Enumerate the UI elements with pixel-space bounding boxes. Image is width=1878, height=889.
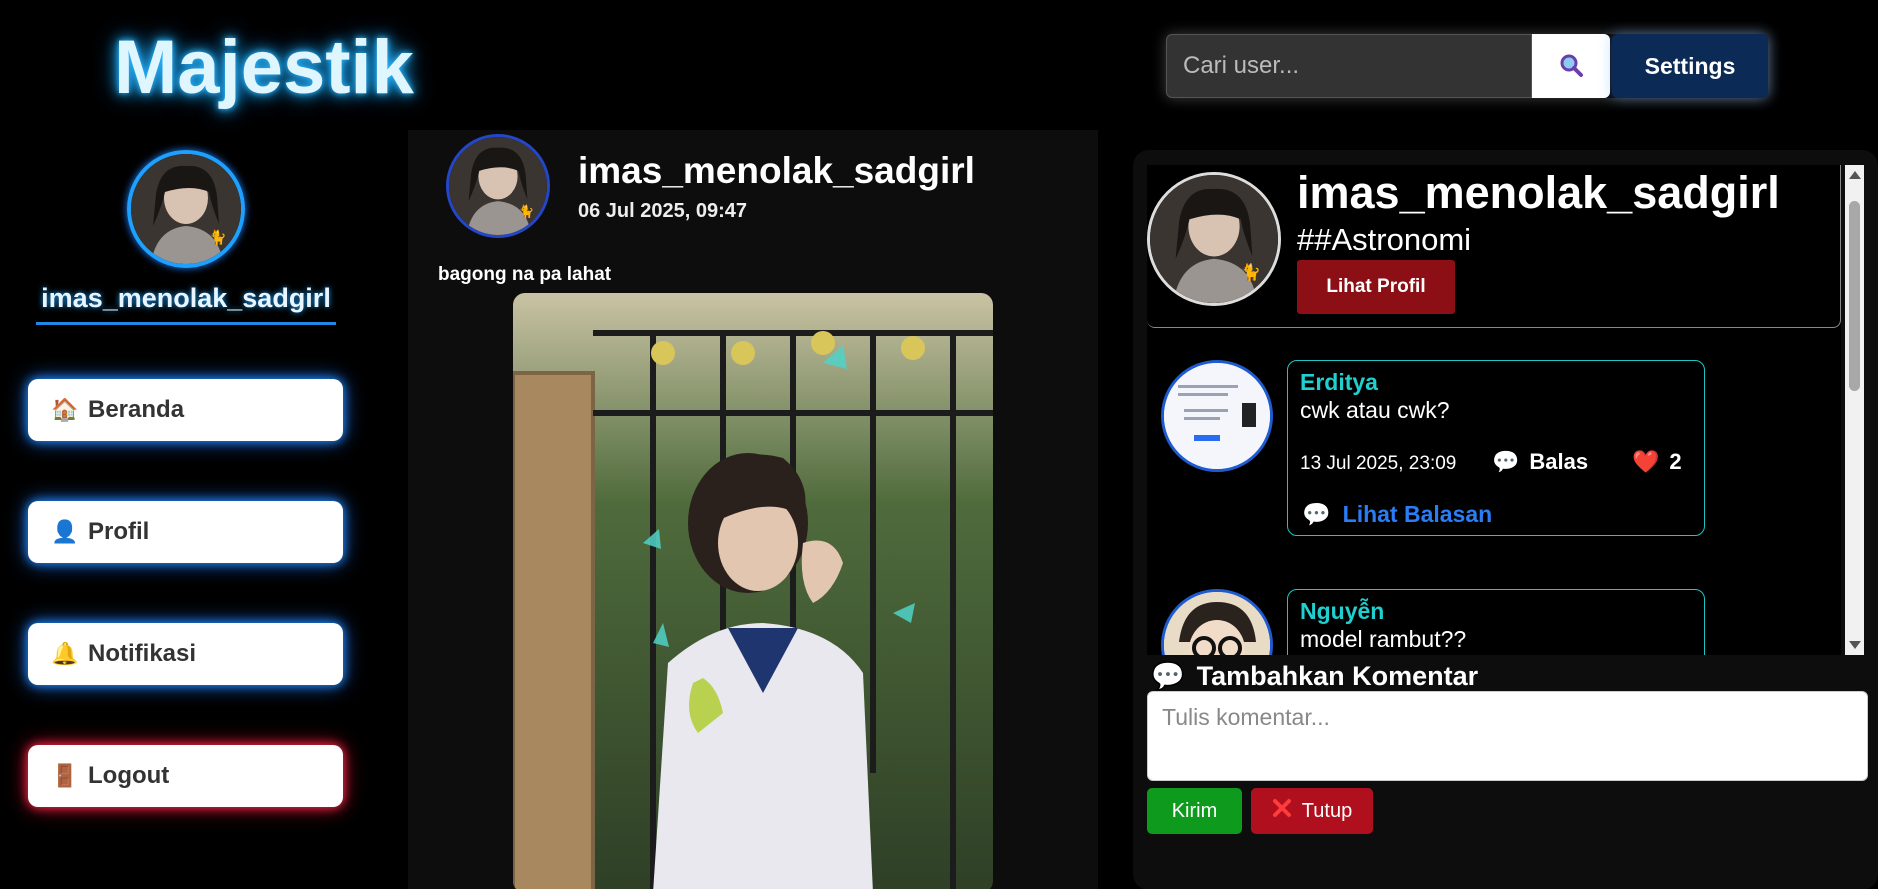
svg-text:🐈: 🐈 (518, 203, 534, 218)
speech-bubble-icon: 💬 (1302, 501, 1331, 527)
nav-label: Notifikasi (88, 640, 197, 667)
profile-tag: ##Astronomi (1297, 222, 1472, 257)
nav-notifikasi[interactable]: 🔔 Notifikasi (28, 623, 343, 685)
nav-profil[interactable]: 👤 Profil (28, 501, 343, 563)
search-input[interactable] (1166, 34, 1532, 98)
send-button[interactable]: Kirim (1147, 788, 1242, 834)
search-button[interactable] (1532, 34, 1610, 98)
comment-text: model rambut?? (1300, 626, 1467, 652)
settings-button[interactable]: Settings (1612, 34, 1768, 98)
nav-label: Beranda (88, 396, 185, 423)
search-bar: Settings (1166, 34, 1768, 98)
comment-date: 13 Jul 2025, 23:09 (1300, 453, 1457, 474)
post-date: 06 Jul 2025, 09:47 (578, 200, 748, 222)
scroll-thumb[interactable] (1849, 201, 1860, 391)
reply-label: Balas (1529, 449, 1589, 474)
comment-box: Nguyễn model rambut?? (1287, 589, 1705, 655)
add-comment-title: Tambahkan Komentar (1196, 660, 1479, 691)
speech-bubble-icon: 💬 (1492, 449, 1520, 474)
nav-label: Profil (88, 518, 150, 545)
sidebar-avatar[interactable]: 🐈 (127, 150, 245, 268)
scroll-down-icon[interactable] (1849, 641, 1861, 649)
bell-icon: 🔔 (51, 641, 79, 666)
post-caption: bagong na pa lahat (438, 264, 612, 285)
comment-avatar[interactable] (1161, 589, 1273, 655)
add-comment-heading: 💬 Tambahkan Komentar (1151, 660, 1478, 692)
speech-bubble-icon: 💬 (1151, 661, 1185, 691)
view-replies-link[interactable]: 💬 Lihat Balasan (1302, 501, 1492, 528)
app-logo[interactable]: Majestik (114, 24, 414, 111)
post-avatar[interactable]: 🐈 (446, 134, 550, 238)
house-icon: 🏠 (51, 397, 79, 422)
close-icon (1272, 798, 1292, 824)
profile-header: 🐈 imas_menolak_sadgirl ##Astronomi Lihat… (1147, 165, 1841, 328)
door-icon: 🚪 (51, 763, 79, 788)
nav-label: Logout (88, 762, 170, 789)
svg-text:🐈: 🐈 (1241, 262, 1261, 281)
comment-text: cwk atau cwk? (1300, 397, 1450, 423)
reply-button[interactable]: 💬 Balas (1492, 449, 1588, 475)
view-profile-button[interactable]: Lihat Profil (1297, 260, 1455, 314)
comment-box: Erditya cwk atau cwk? 13 Jul 2025, 23:09… (1287, 360, 1705, 536)
like-count: 2 (1669, 449, 1682, 474)
post-photo[interactable] (513, 293, 993, 889)
post-card: 🐈 imas_menolak_sadgirl 06 Jul 2025, 09:4… (408, 130, 1098, 889)
sidebar-username[interactable]: imas_menolak_sadgirl (36, 283, 336, 325)
nav-logout[interactable]: 🚪 Logout (28, 745, 343, 807)
heart-icon: ❤️ (1632, 449, 1660, 474)
sticker-icon: 🐈 (209, 229, 226, 246)
post-username[interactable]: imas_menolak_sadgirl (578, 150, 975, 192)
comment-author[interactable]: Nguyễn (1300, 598, 1384, 625)
like-button[interactable]: ❤️ 2 (1632, 449, 1682, 475)
comment-panel: 🐈 imas_menolak_sadgirl ##Astronomi Lihat… (1133, 150, 1878, 889)
search-icon (1558, 52, 1584, 81)
comment-input[interactable] (1147, 691, 1868, 781)
profile-username: imas_menolak_sadgirl (1297, 167, 1780, 218)
close-button[interactable]: Tutup (1251, 788, 1373, 834)
close-label: Tutup (1301, 799, 1353, 822)
comment-scrollbar[interactable] (1845, 165, 1864, 655)
user-icon: 👤 (51, 519, 79, 544)
view-replies-label: Lihat Balasan (1342, 501, 1493, 527)
comment-list[interactable]: 🐈 imas_menolak_sadgirl ##Astronomi Lihat… (1147, 165, 1841, 655)
nav-beranda[interactable]: 🏠 Beranda (28, 379, 343, 441)
profile-avatar[interactable]: 🐈 (1147, 172, 1281, 306)
comment-author[interactable]: Erditya (1300, 369, 1378, 396)
comment-avatar[interactable] (1161, 360, 1273, 472)
scroll-up-icon[interactable] (1849, 171, 1861, 179)
